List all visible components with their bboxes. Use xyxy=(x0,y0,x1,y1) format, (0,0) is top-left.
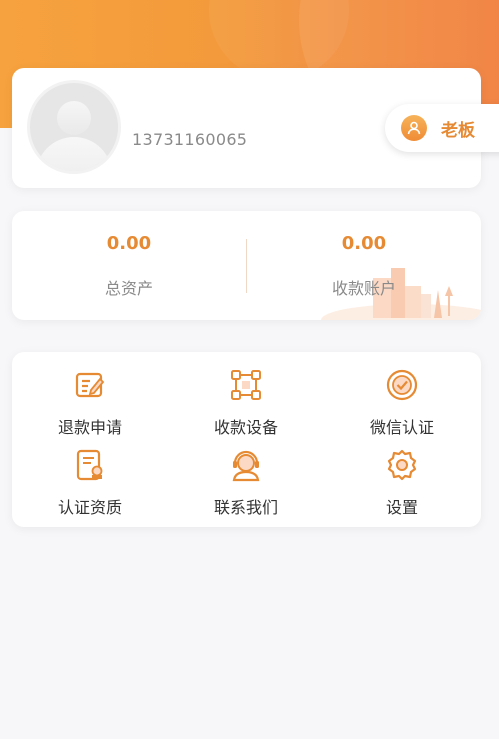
menu-label: 收款设备 xyxy=(213,418,278,437)
avatar[interactable] xyxy=(27,80,121,174)
menu-label: 设置 xyxy=(385,498,418,517)
user-icon xyxy=(401,115,427,141)
menu-item-refund[interactable]: 退款申请 xyxy=(30,368,150,438)
menu-label: 认证资质 xyxy=(57,498,122,517)
role-badge[interactable]: 老板 xyxy=(385,104,499,152)
stat-payment-account[interactable]: 0.00 收款账户 xyxy=(247,211,481,320)
menu-label: 退款申请 xyxy=(57,418,122,437)
menu-label: 联系我们 xyxy=(213,498,278,517)
menu-item-contact[interactable]: 联系我们 xyxy=(186,448,306,518)
stat-value: 0.00 xyxy=(341,233,387,254)
badge-check-icon xyxy=(386,369,418,401)
menu-item-wechat-auth[interactable]: 微信认证 xyxy=(342,368,462,438)
stat-total-assets[interactable]: 0.00 总资产 xyxy=(12,211,246,320)
stats-card: 0.00 总资产 0.00 收款账户 xyxy=(12,211,481,320)
avatar-head xyxy=(57,101,91,135)
role-label: 老板 xyxy=(441,120,475,141)
headset-support-icon xyxy=(232,450,260,482)
stat-value: 0.00 xyxy=(106,233,152,254)
gear-icon xyxy=(387,449,417,481)
phone-number: 13731160065 xyxy=(132,130,248,149)
avatar-body xyxy=(36,137,112,171)
menu-card: 退款申请 收款设备 微信认证 认证资质 联系我们 设置 xyxy=(12,352,481,527)
menu-label: 微信认证 xyxy=(369,418,434,437)
stat-label: 总资产 xyxy=(104,279,153,298)
certificate-doc-icon xyxy=(76,449,103,481)
stat-label: 收款账户 xyxy=(331,279,396,298)
device-network-icon xyxy=(231,370,261,400)
menu-item-settings[interactable]: 设置 xyxy=(342,448,462,518)
edit-form-icon xyxy=(75,372,105,398)
menu-item-certification[interactable]: 认证资质 xyxy=(30,448,150,518)
menu-item-devices[interactable]: 收款设备 xyxy=(186,368,306,438)
